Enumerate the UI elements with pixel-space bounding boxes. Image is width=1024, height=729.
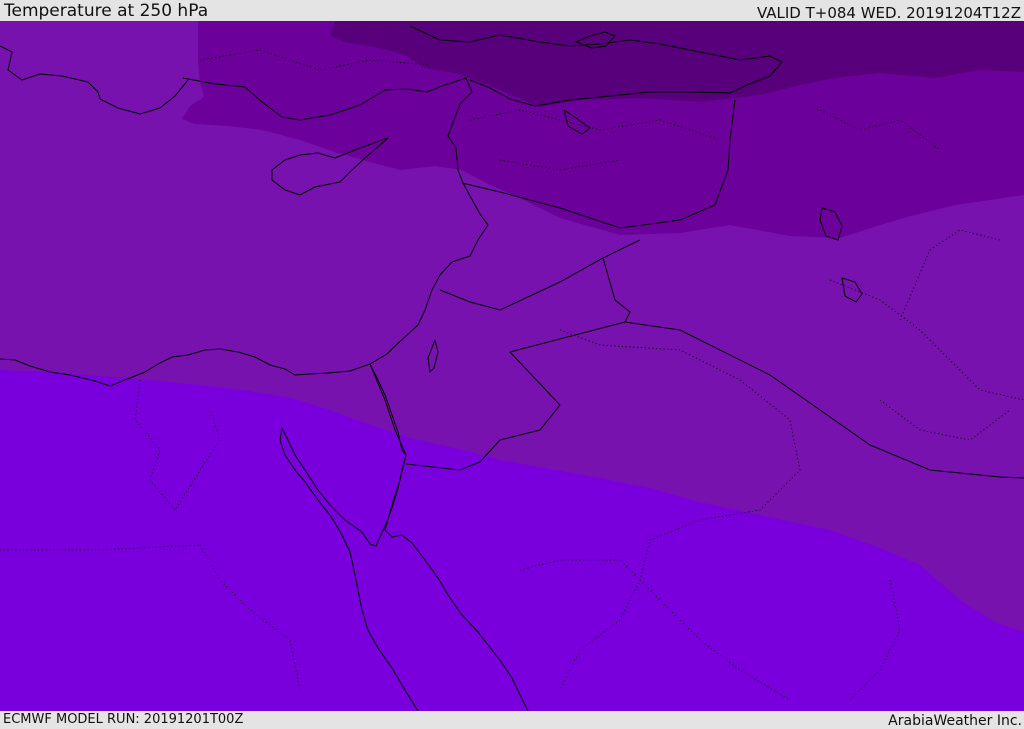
footer-bar: ECMWF MODEL RUN: 20191201T00Z ArabiaWeat…	[0, 711, 1024, 729]
valid-time-label: VALID T+084 WED. 20191204T12Z	[756, 4, 1021, 22]
temperature-map	[0, 21, 1024, 711]
header-bar: Temperature at 250 hPa VALID T+084 WED. …	[0, 0, 1024, 21]
map-title: Temperature at 250 hPa	[4, 1, 209, 21]
credit-label: ArabiaWeather Inc.	[888, 713, 1022, 729]
model-run-label: ECMWF MODEL RUN: 20191201T00Z	[3, 712, 244, 727]
map-viewer: Temperature at 250 hPa VALID T+084 WED. …	[0, 0, 1024, 729]
